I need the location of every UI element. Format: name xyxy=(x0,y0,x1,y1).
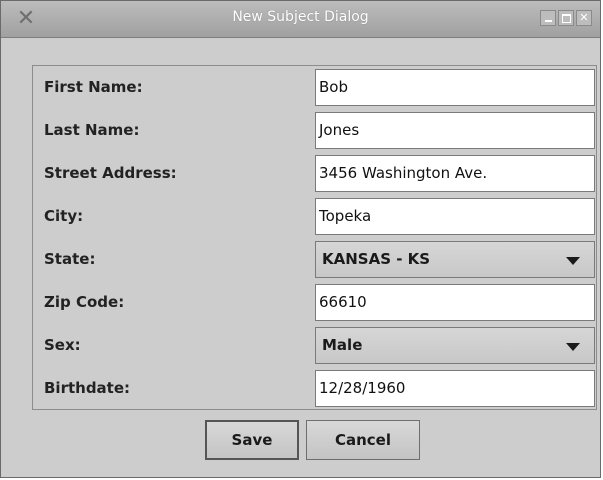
new-subject-dialog: ✕ New Subject Dialog ✕ First Name: Bob L… xyxy=(0,0,601,478)
state-selected-value: KANSAS - KS xyxy=(322,250,431,268)
last-name-label: Last Name: xyxy=(44,121,140,139)
first-name-label: First Name: xyxy=(44,78,143,96)
street-address-field[interactable]: 3456 Washington Ave. xyxy=(315,155,595,192)
chevron-down-icon[interactable] xyxy=(566,343,580,351)
city-field[interactable]: Topeka xyxy=(315,198,595,235)
form-panel: First Name: Bob Last Name: Jones Street … xyxy=(32,65,597,410)
zip-code-field[interactable]: 66610 xyxy=(315,284,595,321)
street-address-row: Street Address: 3456 Washington Ave. xyxy=(33,152,596,195)
street-address-label: Street Address: xyxy=(44,164,177,182)
maximize-button[interactable] xyxy=(558,10,574,26)
zip-code-label: Zip Code: xyxy=(44,293,125,311)
city-row: City: Topeka xyxy=(33,195,596,238)
birthdate-row: Birthdate: 12/28/1960 xyxy=(33,367,596,410)
birthdate-field[interactable]: 12/28/1960 xyxy=(315,370,595,407)
first-name-row: First Name: Bob xyxy=(33,66,596,109)
save-button[interactable]: Save xyxy=(205,420,299,460)
zip-code-row: Zip Code: 66610 xyxy=(33,281,596,324)
maximize-icon xyxy=(561,14,571,23)
birthdate-label: Birthdate: xyxy=(44,379,131,397)
state-label: State: xyxy=(44,250,96,268)
city-label: City: xyxy=(44,207,84,225)
last-name-row: Last Name: Jones xyxy=(33,109,596,152)
minimize-button[interactable] xyxy=(540,10,556,26)
minimize-icon xyxy=(544,20,552,22)
close-button[interactable]: ✕ xyxy=(576,10,592,26)
last-name-field[interactable]: Jones xyxy=(315,112,595,149)
state-select[interactable]: KANSAS - KS xyxy=(315,241,595,278)
first-name-field[interactable]: Bob xyxy=(315,69,595,106)
title-bar[interactable]: ✕ New Subject Dialog ✕ xyxy=(1,1,600,38)
chevron-down-icon[interactable] xyxy=(566,257,580,265)
sex-select[interactable]: Male xyxy=(315,327,595,364)
sex-label: Sex: xyxy=(44,336,81,354)
sex-row: Sex: Male xyxy=(33,324,596,367)
close-icon: ✕ xyxy=(579,11,589,24)
window-title: New Subject Dialog xyxy=(232,9,369,25)
cancel-button[interactable]: Cancel xyxy=(306,420,420,460)
state-row: State: KANSAS - KS xyxy=(33,238,596,281)
sex-selected-value: Male xyxy=(322,336,363,354)
